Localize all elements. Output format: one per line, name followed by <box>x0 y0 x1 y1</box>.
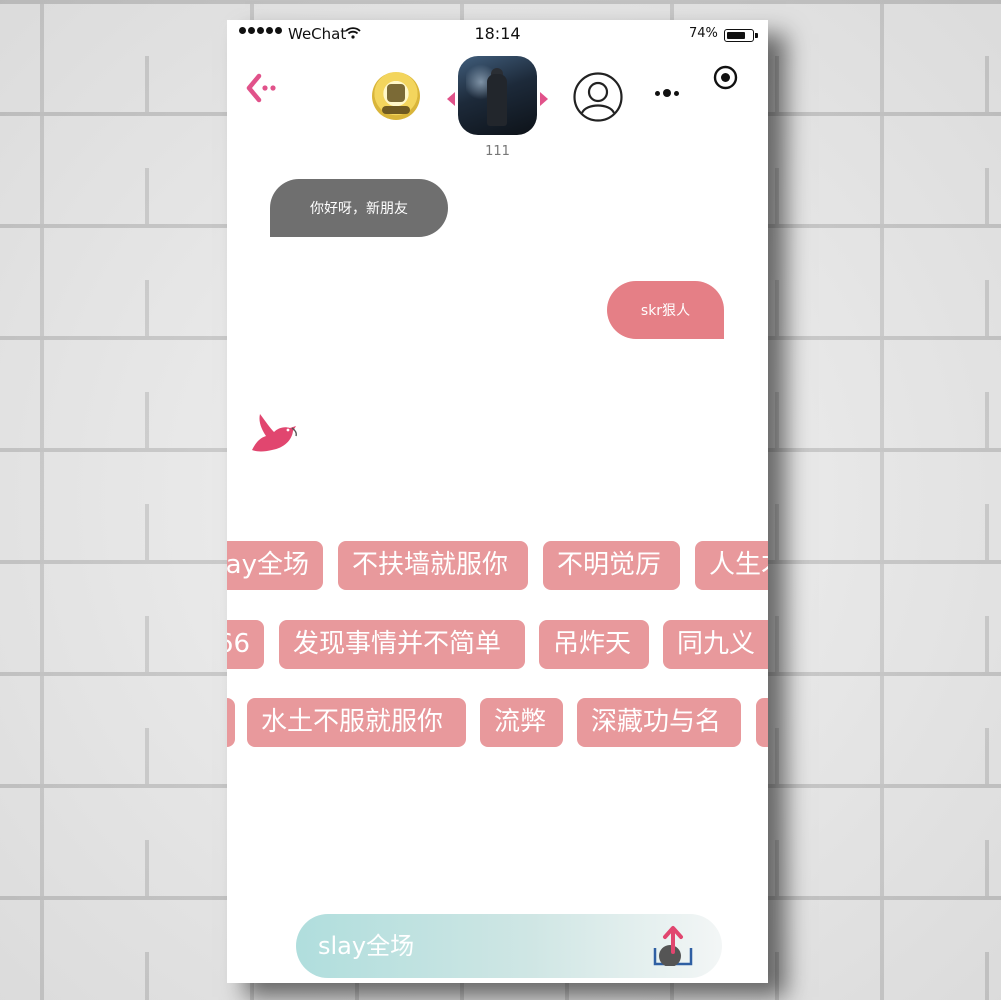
battery-percent: 74% <box>689 26 718 41</box>
tag-chip[interactable] <box>227 698 235 747</box>
bird-icon <box>252 414 297 452</box>
tag-chip[interactable]: 发现事情并不简单 <box>279 620 525 669</box>
tag-row-2: 66 发现事情并不简单 吊炸天 同九义 <box>227 620 768 670</box>
tag-chip[interactable]: 66 <box>227 620 264 669</box>
tag-chip[interactable]: 深藏功与名 <box>577 698 741 747</box>
phone-screen: WeChat 18:14 74% 111 你好呀，新朋友 skr狠人 ay全场 … <box>227 20 768 983</box>
tag-chip[interactable] <box>756 698 768 747</box>
tag-chip[interactable]: 人生才 <box>695 541 768 590</box>
outgoing-message-text: skr狠人 <box>640 303 691 319</box>
tag-chip[interactable]: 水土不服就服你 <box>247 698 466 747</box>
tag-chip[interactable]: 吊炸天 <box>539 620 649 669</box>
avatar-figure <box>487 74 507 126</box>
outgoing-message-bubble: skr狠人 <box>607 281 724 339</box>
more-dots-icon[interactable] <box>655 86 687 100</box>
tag-chip[interactable]: 同九义 <box>663 620 768 669</box>
next-avatar-arrow-icon[interactable] <box>540 92 548 106</box>
tag-chip[interactable]: 不扶墙就服你 <box>338 541 528 590</box>
tag-chip[interactable]: ay全场 <box>227 541 323 590</box>
badge-base <box>382 106 410 114</box>
battery-fill <box>727 32 745 39</box>
tag-chip[interactable]: 不明觉厉 <box>543 541 680 590</box>
reward-badge-avatar[interactable] <box>372 72 420 120</box>
battery-icon <box>724 29 758 42</box>
message-input-value[interactable]: slay全场 <box>318 914 414 978</box>
incoming-message-bubble: 你好呀，新朋友 <box>270 179 448 237</box>
tag-row-1: ay全场 不扶墙就服你 不明觉厉 人生才 <box>227 541 768 591</box>
user-profile-icon[interactable] <box>572 71 624 123</box>
clock: 18:14 <box>474 24 521 43</box>
back-arrow-icon[interactable] <box>243 70 279 106</box>
tag-row-3: 水土不服就服你 流弊 深藏功与名 <box>227 698 768 748</box>
tag-chip[interactable]: 流弊 <box>480 698 563 747</box>
incoming-message-text: 你好呀，新朋友 <box>310 201 408 217</box>
target-icon[interactable] <box>713 65 738 90</box>
status-bar: WeChat 18:14 74% <box>227 20 768 48</box>
message-input-bar[interactable]: slay全场 <box>296 914 722 978</box>
upload-send-icon[interactable] <box>652 922 694 966</box>
avatar-name: 111 <box>485 144 510 159</box>
badge-screen <box>387 84 405 102</box>
main-avatar[interactable] <box>458 56 537 135</box>
prev-avatar-arrow-icon[interactable] <box>447 92 455 106</box>
